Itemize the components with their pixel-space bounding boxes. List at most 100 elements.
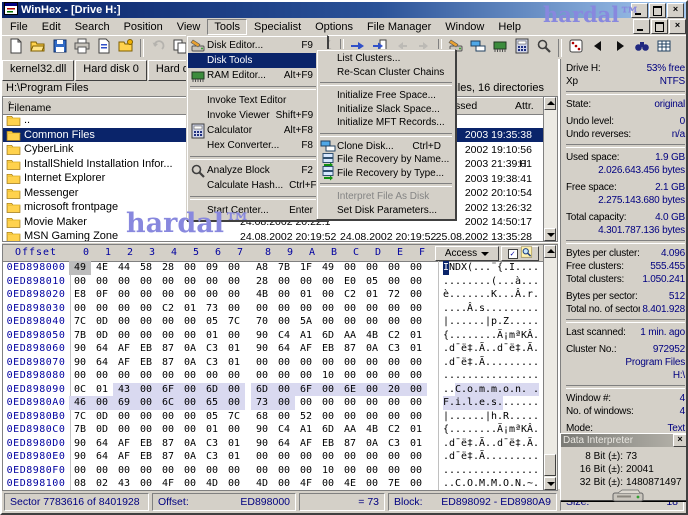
hex-char[interactable]: . — [533, 356, 539, 370]
hex-byte[interactable]: 00 — [361, 396, 383, 410]
hex-byte[interactable]: 4B — [361, 329, 383, 343]
hex-byte[interactable]: 00 — [223, 261, 245, 275]
hex-byte[interactable]: 00 — [295, 275, 317, 289]
close-icon[interactable]: × — [673, 434, 687, 447]
hex-byte[interactable]: 00 — [201, 464, 223, 478]
hex-byte[interactable]: 00 — [113, 302, 135, 316]
hex-byte[interactable]: 00 — [223, 369, 245, 383]
hex-byte[interactable]: 87 — [339, 437, 361, 451]
hex-byte[interactable]: 90 — [251, 342, 273, 356]
hex-byte[interactable]: 00 — [113, 423, 135, 437]
hex-byte[interactable]: 00 — [273, 356, 295, 370]
hex-byte[interactable]: 00 — [295, 356, 317, 370]
hex-byte[interactable]: 01 — [223, 356, 245, 370]
properties-button[interactable] — [93, 37, 115, 59]
hex-byte[interactable]: 01 — [405, 329, 427, 343]
hex-byte[interactable]: 00 — [113, 288, 135, 302]
hex-byte[interactable]: C2 — [383, 423, 405, 437]
hex-byte[interactable]: 64 — [273, 342, 295, 356]
menu-item-initialize-mft-records[interactable]: Initialize MFT Records... — [318, 116, 454, 130]
hex-byte[interactable]: A8 — [251, 261, 273, 275]
menu-specialist[interactable]: Specialist — [247, 19, 308, 35]
hex-byte[interactable]: 05 — [361, 275, 383, 289]
hex-byte[interactable]: 68 — [251, 410, 273, 424]
hex-char[interactable]: . — [533, 302, 539, 316]
access-dropdown-button[interactable]: Access — [435, 246, 499, 261]
hex-byte[interactable]: 00 — [405, 464, 427, 478]
hex-byte[interactable]: 7C — [69, 410, 91, 424]
hex-byte[interactable]: 01 — [223, 342, 245, 356]
hex-byte[interactable]: 00 — [157, 315, 179, 329]
file-row-msn-gaming-zone[interactable]: MSN Gaming Zone24.08.2002 20:19:5224.08.… — [3, 229, 544, 241]
hex-byte[interactable]: 00 — [179, 288, 201, 302]
hex-byte[interactable]: 00 — [179, 315, 201, 329]
hex-byte[interactable]: C3 — [383, 437, 405, 451]
hex-byte[interactable]: 00 — [273, 315, 295, 329]
hex-byte[interactable]: 00 — [113, 464, 135, 478]
hex-byte[interactable]: 6F — [295, 383, 317, 397]
hex-byte[interactable]: 00 — [405, 450, 427, 464]
hex-byte[interactable]: 00 — [295, 369, 317, 383]
hex-byte[interactable]: 46 — [69, 396, 91, 410]
hex-byte[interactable]: 00 — [135, 410, 157, 424]
hex-byte[interactable]: 00 — [91, 464, 113, 478]
hex-byte[interactable]: 0F — [91, 288, 113, 302]
hex-byte[interactable]: 00 — [383, 302, 405, 316]
hex-char[interactable]: . — [533, 315, 539, 329]
hex-byte[interactable]: 01 — [405, 342, 427, 356]
hex-byte[interactable]: 87 — [157, 450, 179, 464]
hex-byte[interactable]: 00 — [223, 477, 245, 490]
menu-window[interactable]: Window — [438, 19, 491, 35]
hex-byte[interactable]: 00 — [223, 329, 245, 343]
hex-byte[interactable]: 0A — [179, 342, 201, 356]
scroll-down-button[interactable] — [544, 477, 556, 490]
hex-byte[interactable]: EB — [317, 437, 339, 451]
hex-byte[interactable]: 7B — [69, 329, 91, 343]
close-button[interactable]: × — [667, 3, 684, 18]
hex-byte[interactable]: 90 — [69, 356, 91, 370]
hex-byte[interactable]: 7B — [273, 261, 295, 275]
hex-byte[interactable]: 01 — [361, 288, 383, 302]
hex-byte[interactable]: 73 — [251, 396, 273, 410]
child-restore-button[interactable] — [651, 19, 668, 34]
hex-char[interactable]: . — [533, 437, 539, 451]
tab-hard-disk-0[interactable]: Hard disk 0 — [75, 60, 147, 81]
hex-byte[interactable]: 00 — [361, 383, 383, 397]
hex-byte[interactable]: 00 — [157, 410, 179, 424]
hex-byte[interactable]: 00 — [135, 369, 157, 383]
menu-item-set-disk-parameters[interactable]: Set Disk Parameters... — [318, 204, 454, 218]
hex-byte[interactable]: 00 — [135, 464, 157, 478]
hex-byte[interactable]: 00 — [251, 302, 273, 316]
hex-byte[interactable]: 01 — [295, 288, 317, 302]
child-minimize-button[interactable] — [633, 19, 650, 34]
hex-byte[interactable]: 00 — [317, 356, 339, 370]
hex-byte[interactable]: 00 — [339, 464, 361, 478]
hex-byte[interactable]: 00 — [317, 315, 339, 329]
hex-byte[interactable]: 72 — [383, 288, 405, 302]
hex-byte[interactable]: 7B — [69, 423, 91, 437]
tab-kernel32-dll[interactable]: kernel32.dll — [2, 60, 74, 81]
hex-byte[interactable]: 00 — [383, 369, 405, 383]
hex-byte[interactable]: 00 — [251, 356, 273, 370]
hex-byte[interactable]: 00 — [405, 275, 427, 289]
hex-byte[interactable]: 00 — [113, 410, 135, 424]
menu-item-re-scan-cluster-chains[interactable]: Re-Scan Cluster Chains — [318, 66, 454, 80]
hex-byte[interactable]: 00 — [339, 356, 361, 370]
menu-item-disk-tools[interactable]: Disk Tools — [188, 53, 326, 68]
hex-byte[interactable]: 64 — [91, 356, 113, 370]
find-button[interactable] — [631, 37, 653, 59]
hex-byte[interactable]: C4 — [273, 423, 295, 437]
hex-byte[interactable]: 58 — [135, 261, 157, 275]
hex-byte[interactable]: 00 — [317, 288, 339, 302]
hex-byte[interactable]: 10 — [317, 464, 339, 478]
hex-byte[interactable]: 00 — [361, 261, 383, 275]
hex-byte[interactable]: 01 — [91, 383, 113, 397]
hex-byte[interactable]: 00 — [135, 383, 157, 397]
menu-item-file-recovery-by-type[interactable]: File Recovery by Type... — [318, 167, 454, 181]
hex-byte[interactable]: 00 — [273, 383, 295, 397]
hex-byte[interactable]: 00 — [157, 275, 179, 289]
hex-byte[interactable]: 00 — [157, 464, 179, 478]
hex-char[interactable]: . — [533, 369, 539, 383]
hex-byte[interactable]: 0D — [91, 423, 113, 437]
hex-byte[interactable]: 90 — [251, 437, 273, 451]
